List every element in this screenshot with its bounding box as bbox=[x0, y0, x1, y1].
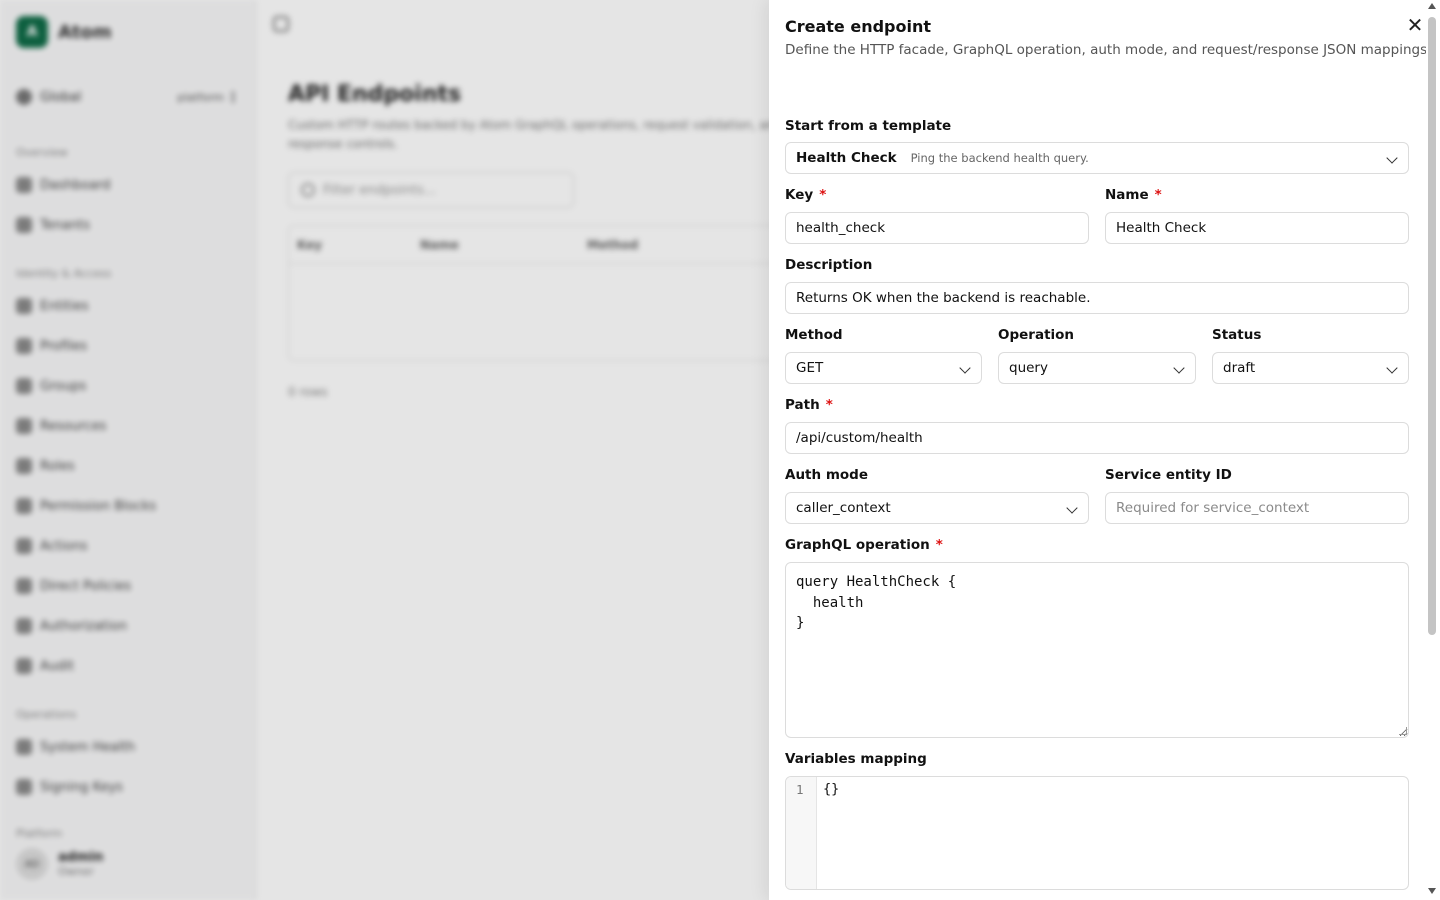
scrollbar-thumb[interactable] bbox=[1428, 17, 1436, 635]
description-label: Description bbox=[785, 257, 872, 273]
status-label-text: Status bbox=[1212, 327, 1262, 343]
variables-label: Variables mapping bbox=[785, 751, 927, 767]
method-label: Method bbox=[785, 327, 843, 343]
scroll-down-arrow-icon[interactable] bbox=[1428, 888, 1436, 894]
variables-label-text: Variables mapping bbox=[785, 751, 927, 767]
auth-mode-select[interactable]: caller_context bbox=[785, 492, 1089, 524]
template-select[interactable]: Health Check Ping the backend health que… bbox=[785, 142, 1409, 174]
scroll-up-arrow-icon[interactable] bbox=[1428, 3, 1436, 9]
service-entity-label-text: Service entity ID bbox=[1105, 467, 1232, 483]
graphql-textarea[interactable]: query HealthCheck { health } bbox=[785, 562, 1409, 738]
required-marker: * bbox=[825, 397, 833, 413]
close-button[interactable]: ✕ bbox=[1405, 15, 1425, 35]
operation-label-text: Operation bbox=[998, 327, 1075, 343]
graphql-label-text: GraphQL operation bbox=[785, 537, 930, 553]
auth-mode-label-text: Auth mode bbox=[785, 467, 868, 483]
chevron-down-icon bbox=[1386, 362, 1398, 374]
variables-code-editor[interactable]: 1 {} bbox=[785, 776, 1409, 890]
chevron-down-icon bbox=[959, 362, 971, 374]
panel-title: Create endpoint bbox=[785, 17, 932, 36]
status-label: Status bbox=[1212, 327, 1261, 343]
service-entity-input[interactable] bbox=[1105, 492, 1409, 524]
name-label: Name * bbox=[1105, 187, 1162, 203]
path-input[interactable] bbox=[785, 422, 1409, 454]
name-input[interactable] bbox=[1105, 212, 1409, 244]
operation-value: query bbox=[1009, 360, 1048, 376]
description-input[interactable] bbox=[785, 282, 1409, 314]
method-value: GET bbox=[796, 360, 824, 376]
key-label: Key * bbox=[785, 187, 826, 203]
status-value: draft bbox=[1223, 360, 1256, 376]
panel-scrollbar[interactable] bbox=[1426, 0, 1440, 900]
template-label-text: Start from a template bbox=[785, 118, 952, 134]
panel-description: Define the HTTP facade, GraphQL operatio… bbox=[785, 42, 1432, 58]
chevron-down-icon bbox=[1066, 502, 1078, 514]
auth-mode-label: Auth mode bbox=[785, 467, 868, 483]
close-icon: ✕ bbox=[1406, 13, 1424, 37]
method-label-text: Method bbox=[785, 327, 843, 343]
path-label: Path * bbox=[785, 397, 833, 413]
key-input[interactable] bbox=[785, 212, 1089, 244]
chevron-down-icon bbox=[1386, 152, 1398, 164]
operation-label: Operation bbox=[998, 327, 1074, 343]
description-label-text: Description bbox=[785, 257, 873, 273]
required-marker: * bbox=[935, 537, 943, 553]
path-label-text: Path bbox=[785, 397, 820, 413]
chevron-down-icon bbox=[1173, 362, 1185, 374]
key-label-text: Key bbox=[785, 187, 814, 203]
template-label: Start from a template bbox=[785, 118, 951, 134]
required-marker: * bbox=[819, 187, 827, 203]
name-label-text: Name bbox=[1105, 187, 1149, 203]
method-select[interactable]: GET bbox=[785, 352, 982, 384]
required-marker: * bbox=[1154, 187, 1162, 203]
template-name: Health Check bbox=[796, 150, 897, 166]
status-select[interactable]: draft bbox=[1212, 352, 1409, 384]
resize-handle-icon[interactable] bbox=[1399, 727, 1407, 735]
code-text[interactable]: {} bbox=[823, 781, 839, 797]
service-entity-label: Service entity ID bbox=[1105, 467, 1232, 483]
auth-mode-value: caller_context bbox=[796, 500, 891, 516]
template-description: Ping the backend health query. bbox=[910, 151, 1089, 165]
operation-select[interactable]: query bbox=[998, 352, 1196, 384]
line-number: 1 bbox=[796, 782, 804, 797]
create-endpoint-panel: Create endpoint Define the HTTP facade, … bbox=[769, 0, 1440, 900]
graphql-label: GraphQL operation * bbox=[785, 537, 943, 553]
